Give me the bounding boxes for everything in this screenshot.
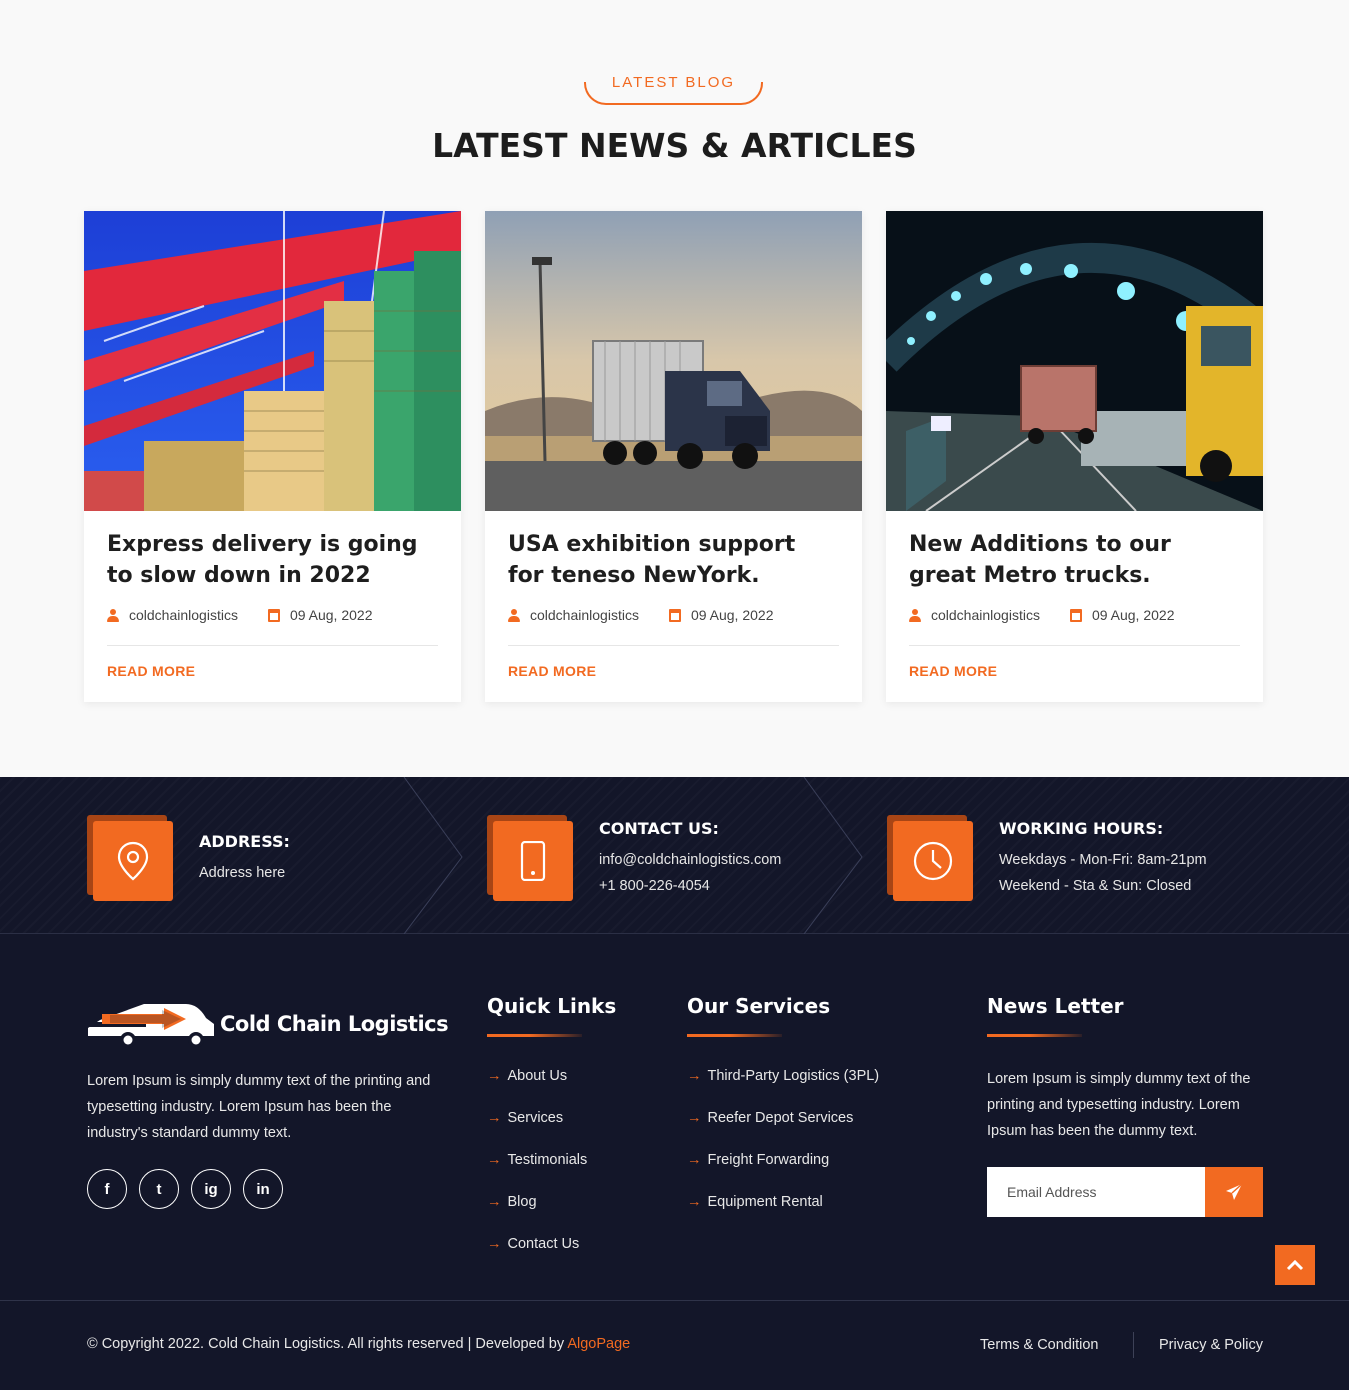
post-author: coldchainlogistics xyxy=(931,607,1040,623)
developer-link[interactable]: AlgoPage xyxy=(567,1336,630,1352)
calendar-icon xyxy=(267,608,280,622)
quick-link-blog[interactable]: → Blog xyxy=(487,1194,587,1236)
linkedin-icon[interactable]: in xyxy=(243,1169,283,1209)
subscribe-button[interactable] xyxy=(1205,1167,1263,1217)
post-meta: coldchainlogistics 09 Aug, 2022 xyxy=(909,607,1240,623)
contact-info-strip: ADDRESS: Address here CONTACT US: info@c… xyxy=(0,777,1349,934)
arrow-right-icon: → xyxy=(487,1110,502,1126)
post-date: 09 Aug, 2022 xyxy=(690,607,774,623)
section-eyebrow: LATEST BLOG xyxy=(584,62,763,105)
newsletter-text: Lorem Ipsum is simply dummy text of the … xyxy=(987,1071,1251,1139)
title-underline xyxy=(987,1034,1082,1037)
post-meta: coldchainlogistics 09 Aug, 2022 xyxy=(107,607,438,623)
arrow-right-icon: → xyxy=(687,1194,702,1210)
post-author: coldchainlogistics xyxy=(530,607,639,623)
newsletter-title: News Letter xyxy=(987,994,1124,1018)
hours-weekdays: Weekdays - Mon-Fri: 8am-21pm xyxy=(999,852,1207,868)
divider xyxy=(0,1300,1349,1301)
terms-link[interactable]: Terms & Condition xyxy=(980,1337,1098,1353)
blog-image-port-cranes[interactable] xyxy=(84,211,461,511)
footer: Cold Chain Logistics Lorem Ipsum is simp… xyxy=(0,934,1349,1390)
hours-weekend: Weekend - Sta & Sun: Closed xyxy=(999,878,1192,894)
quick-link-about[interactable]: → About Us xyxy=(487,1068,587,1110)
back-to-top-button[interactable] xyxy=(1275,1245,1315,1285)
quick-link-testimonials[interactable]: → Testimonials xyxy=(487,1152,587,1194)
arrow-right-icon: → xyxy=(487,1068,502,1084)
copyright-text: © Copyright 2022. Cold Chain Logistics. … xyxy=(87,1336,631,1352)
read-more-link[interactable]: READ MORE xyxy=(508,663,596,679)
service-link-3pl[interactable]: → Third-Party Logistics (3PL) xyxy=(687,1068,879,1110)
blog-card: USA exhibition support for teneso NewYor… xyxy=(485,211,862,702)
divider xyxy=(508,645,839,646)
brand-name[interactable]: Cold Chain Logistics xyxy=(220,1012,449,1036)
arrow-right-icon: → xyxy=(687,1068,702,1084)
post-title[interactable]: USA exhibition support for teneso NewYor… xyxy=(508,529,838,591)
title-underline xyxy=(687,1034,782,1037)
about-text: Lorem Ipsum is simply dummy text of the … xyxy=(87,1073,431,1141)
phone-icon xyxy=(493,821,573,901)
divider xyxy=(107,645,438,646)
post-date: 09 Aug, 2022 xyxy=(289,607,373,623)
quick-links-title: Quick Links xyxy=(487,994,617,1018)
read-more-link[interactable]: READ MORE xyxy=(909,663,997,679)
instagram-icon[interactable]: ig xyxy=(191,1169,231,1209)
address-line: Address here xyxy=(199,865,286,881)
divider xyxy=(909,645,1240,646)
map-pin-icon xyxy=(93,821,173,901)
twitter-icon[interactable]: t xyxy=(139,1169,179,1209)
chevron-up-icon xyxy=(1286,1259,1304,1271)
quick-links-list: → About Us → Services → Testimonials → Blog … xyxy=(487,1068,587,1278)
read-more-link[interactable]: READ MORE xyxy=(107,663,195,679)
privacy-link[interactable]: Privacy & Policy xyxy=(1159,1337,1263,1353)
contact-title: CONTACT US: xyxy=(599,819,719,838)
contact-phone[interactable]: +1 800-226-4054 xyxy=(599,878,710,894)
section-title: LATEST NEWS & ARTICLES xyxy=(432,126,917,165)
arrow-right-icon: → xyxy=(687,1110,702,1126)
post-title[interactable]: Express delivery is going to slow down i… xyxy=(107,529,437,591)
blog-card: New Additions to our great Metro trucks.… xyxy=(886,211,1263,702)
calendar-icon xyxy=(668,608,681,622)
post-author: coldchainlogistics xyxy=(129,607,238,623)
quick-link-services[interactable]: → Services xyxy=(487,1110,587,1152)
user-icon xyxy=(508,608,520,622)
title-underline xyxy=(487,1034,582,1037)
services-list: → Third-Party Logistics (3PL) → Reefer Dep… xyxy=(687,1068,879,1236)
blog-card: Express delivery is going to slow down i… xyxy=(84,211,461,702)
post-meta: coldchainlogistics 09 Aug, 2022 xyxy=(508,607,839,623)
service-link-freight[interactable]: → Freight Forwarding xyxy=(687,1152,879,1194)
service-link-rental[interactable]: → Equipment Rental xyxy=(687,1194,879,1236)
blog-image-tunnel-trucks[interactable] xyxy=(886,211,1263,511)
email-input[interactable] xyxy=(987,1167,1205,1217)
hours-title: WORKING HOURS: xyxy=(999,819,1164,838)
post-date: 09 Aug, 2022 xyxy=(1091,607,1175,623)
social-links: f t ig in xyxy=(87,1169,283,1209)
arrow-right-icon: → xyxy=(687,1152,702,1168)
blog-section: LATEST BLOG LATEST NEWS & ARTICLES Expre… xyxy=(0,0,1349,777)
arrow-right-icon: → xyxy=(487,1236,502,1252)
quick-link-contact[interactable]: → Contact Us xyxy=(487,1236,587,1278)
user-icon xyxy=(107,608,119,622)
send-icon xyxy=(1226,1183,1243,1200)
clock-icon xyxy=(893,821,973,901)
arrow-right-icon: → xyxy=(487,1152,502,1168)
service-link-reefer[interactable]: → Reefer Depot Services xyxy=(687,1110,879,1152)
contact-email[interactable]: info@coldchainlogistics.com xyxy=(599,852,781,868)
services-title: Our Services xyxy=(687,994,831,1018)
arrow-right-icon: → xyxy=(487,1194,502,1210)
divider xyxy=(1133,1332,1134,1358)
facebook-icon[interactable]: f xyxy=(87,1169,127,1209)
calendar-icon xyxy=(1069,608,1082,622)
blog-image-truck-desert[interactable] xyxy=(485,211,862,511)
truck-logo-icon[interactable] xyxy=(86,998,218,1050)
user-icon xyxy=(909,608,921,622)
post-title[interactable]: New Additions to our great Metro trucks. xyxy=(909,529,1239,591)
address-title: ADDRESS: xyxy=(199,832,290,851)
